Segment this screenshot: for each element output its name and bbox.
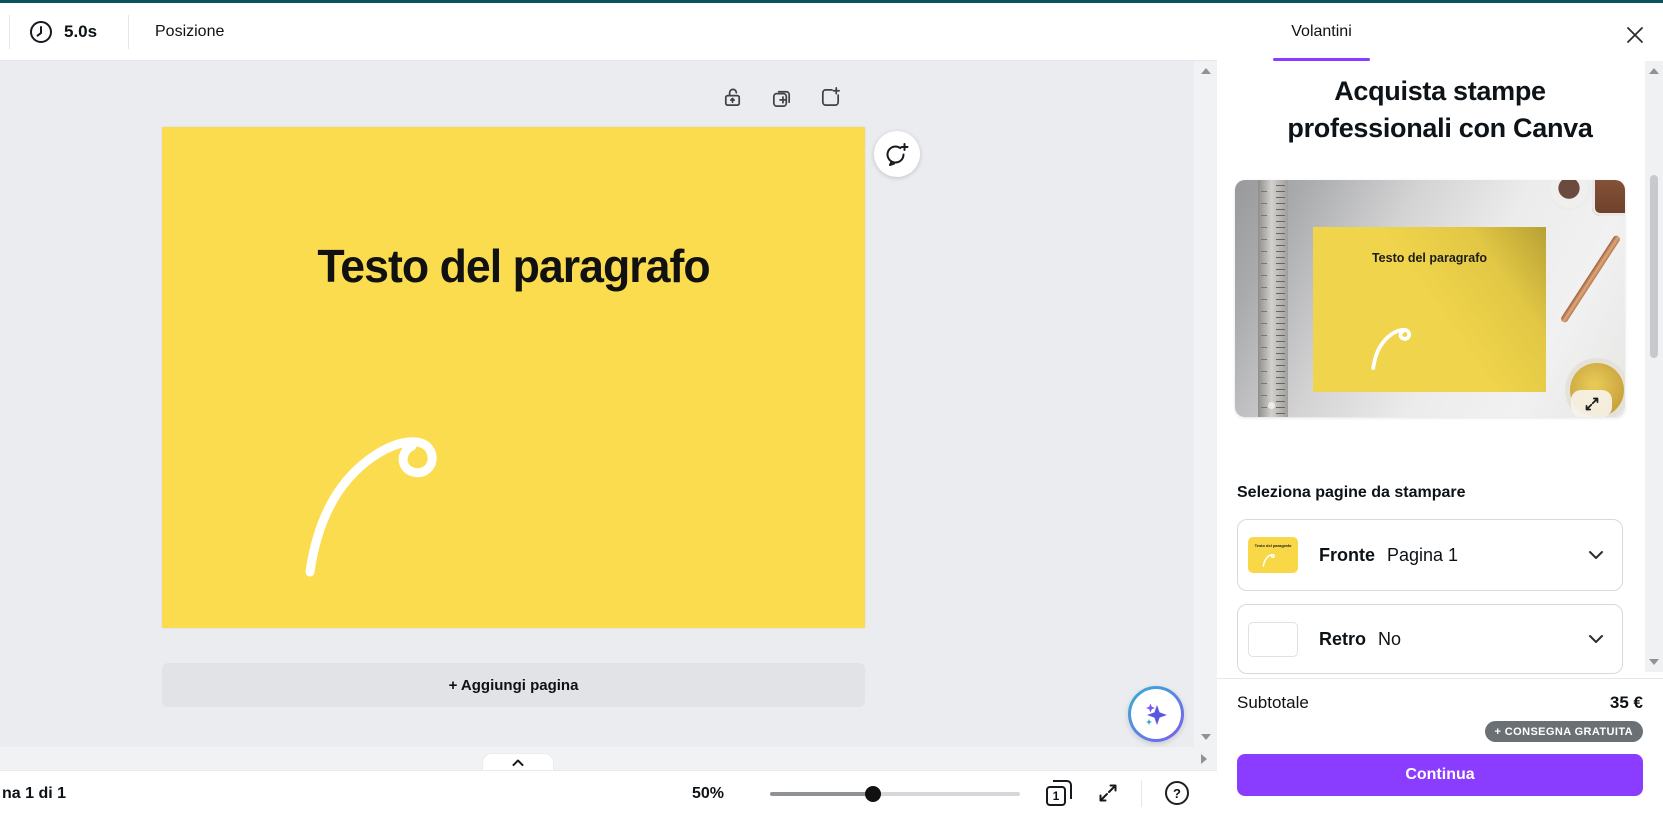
expand-bottom-panel-tab[interactable] [482, 753, 554, 771]
zoom-level-label[interactable]: 50% [678, 771, 738, 815]
dish-prop [1548, 180, 1590, 210]
add-page-label: + Aggiungi pagina [449, 677, 579, 694]
canva-editor: 5.0s Posizione [0, 0, 1663, 815]
preview-expand-icon [1584, 396, 1600, 412]
pen-prop [1560, 234, 1621, 323]
grid-view-button[interactable]: 1 [1046, 780, 1072, 806]
preview-expand-button[interactable] [1571, 390, 1612, 417]
canvas-horizontal-scrollbar[interactable] [0, 747, 1217, 770]
print-panel: Volantini Acquista stampe professionali … [1217, 3, 1663, 815]
statusbar-divider [1141, 780, 1142, 807]
front-label: Fronte [1319, 545, 1375, 566]
zoom-slider-thumb[interactable] [865, 786, 881, 802]
design-page[interactable]: Testo del paragrafo [162, 127, 865, 628]
front-value: Pagina 1 [1387, 545, 1458, 566]
page-count-badge: 1 [1046, 786, 1066, 806]
subtotal-label: Subtotale [1237, 693, 1309, 713]
position-label: Posizione [155, 23, 224, 41]
subtotal-row: Subtotale 35 € [1237, 693, 1643, 713]
magic-sparkle-icon [1131, 689, 1181, 739]
zoom-slider-track[interactable] [770, 792, 1020, 796]
top-toolbar: 5.0s Posizione [0, 3, 1217, 61]
free-delivery-badge: + CONSEGNA GRATUITA [1485, 721, 1643, 742]
unlock-button[interactable] [720, 85, 744, 109]
duplicate-icon [770, 86, 793, 109]
chevron-down-icon [1588, 550, 1604, 560]
subtotal-value: 35 € [1610, 693, 1643, 713]
tab-label: Volantini [1291, 23, 1352, 41]
select-pages-label: Seleziona pagine da stampare [1237, 484, 1466, 502]
front-thumbnail-text: Testo del paragrafo [1248, 543, 1298, 548]
chevron-up-icon [512, 759, 524, 767]
zoom-slider[interactable] [770, 771, 1020, 815]
scroll-down-icon[interactable] [1201, 734, 1211, 740]
front-page-thumbnail: Testo del paragrafo [1248, 537, 1298, 573]
expand-icon [1097, 782, 1119, 804]
position-button[interactable]: Posizione [155, 3, 224, 61]
continue-button[interactable]: Continua [1237, 754, 1643, 796]
canvas-vertical-scrollbar[interactable] [1194, 61, 1217, 747]
flyer-squiggle-graphic [1369, 321, 1415, 371]
fullscreen-button[interactable] [1096, 781, 1120, 805]
page-indicator: na 1 di 1 [2, 771, 66, 815]
scroll-up-icon[interactable] [1201, 68, 1211, 74]
close-icon [1626, 26, 1644, 44]
scroll-right-icon[interactable] [1201, 754, 1207, 764]
lock-open-icon [721, 86, 744, 109]
page-action-toolbar [720, 85, 842, 109]
panel-scrollbar[interactable] [1645, 61, 1663, 672]
duration-button[interactable]: 5.0s [28, 3, 97, 61]
back-page-thumbnail [1248, 622, 1298, 657]
panel-footer: Subtotale 35 € + CONSEGNA GRATUITA Conti… [1217, 678, 1663, 815]
add-page-icon [819, 86, 842, 109]
help-button[interactable]: ? [1165, 781, 1189, 805]
window-top-accent-line [0, 0, 1663, 3]
canvas-area: Testo del paragrafo + Aggiungi pagina [0, 61, 1217, 770]
page-title-text[interactable]: Testo del paragrafo [173, 239, 855, 293]
comment-plus-icon [884, 141, 910, 167]
back-page-dropdown[interactable]: Retro No [1237, 604, 1623, 674]
toolbar-divider [128, 15, 129, 49]
scroll-up-icon[interactable] [1649, 68, 1659, 74]
tab-volantini[interactable]: Volantini [1273, 3, 1370, 61]
duplicate-page-button[interactable] [769, 85, 793, 109]
add-page-above-button[interactable] [818, 85, 842, 109]
chevron-down-icon [1588, 634, 1604, 644]
continue-label: Continua [1405, 766, 1474, 784]
duration-label: 5.0s [64, 22, 97, 42]
status-bar: na 1 di 1 50% 1 ? [0, 770, 1217, 815]
scroll-down-icon[interactable] [1649, 659, 1659, 665]
flyer-mockup-text: Testo del paragrafo [1313, 251, 1546, 265]
add-comment-button[interactable] [874, 131, 920, 177]
back-value: No [1378, 629, 1401, 650]
panel-scrollbar-thumb[interactable] [1650, 175, 1658, 358]
panel-heading: Acquista stampe professionali con Canva [1260, 73, 1620, 147]
front-page-dropdown[interactable]: Testo del paragrafo Fronte Pagina 1 [1237, 519, 1623, 591]
snack-box-prop [1592, 180, 1625, 216]
flyer-mockup: Testo del paragrafo [1313, 227, 1546, 392]
question-mark-icon: ? [1173, 786, 1181, 801]
back-label: Retro [1319, 629, 1366, 650]
active-tab-underline [1273, 58, 1370, 61]
clock-icon [28, 19, 54, 45]
print-preview-image: Testo del paragrafo [1235, 180, 1625, 417]
magic-assistant-button[interactable] [1128, 686, 1184, 742]
ruler-image [1258, 180, 1288, 417]
toolbar-divider [9, 15, 10, 49]
close-panel-button[interactable] [1621, 21, 1649, 49]
squiggle-graphic[interactable] [296, 412, 452, 582]
panel-header: Volantini [1217, 3, 1663, 61]
add-page-button[interactable]: + Aggiungi pagina [162, 663, 865, 707]
